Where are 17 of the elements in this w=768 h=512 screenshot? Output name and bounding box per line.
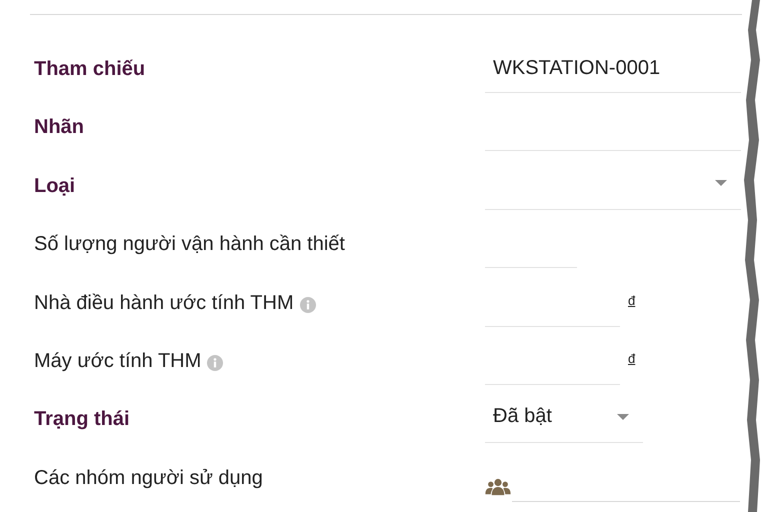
currency-symbol: đ [628, 350, 636, 366]
field-label: Nhà điều hành ước tính THM [34, 292, 294, 315]
info-icon[interactable] [300, 297, 316, 314]
currency-symbol: đ [628, 292, 636, 308]
caret-icon [617, 414, 629, 420]
field-label: Loại [34, 174, 76, 198]
status-dropdown[interactable]: Đã bật [485, 391, 643, 444]
field-label: Trạng thái [34, 408, 130, 432]
caret-icon [715, 180, 727, 186]
field-label: Tham chiếu [34, 58, 146, 81]
field-label: Máy ước tính THM [34, 350, 202, 373]
field-label: Nhãn [34, 116, 84, 140]
text-field[interactable]: WKSTATION-0001 [485, 41, 741, 93]
field-label: Số lượng người vận hành cần thiết [34, 233, 345, 256]
users-icon [485, 478, 511, 496]
info-icon[interactable] [207, 355, 224, 372]
field-label: Các nhóm người sử dụng [34, 466, 263, 490]
